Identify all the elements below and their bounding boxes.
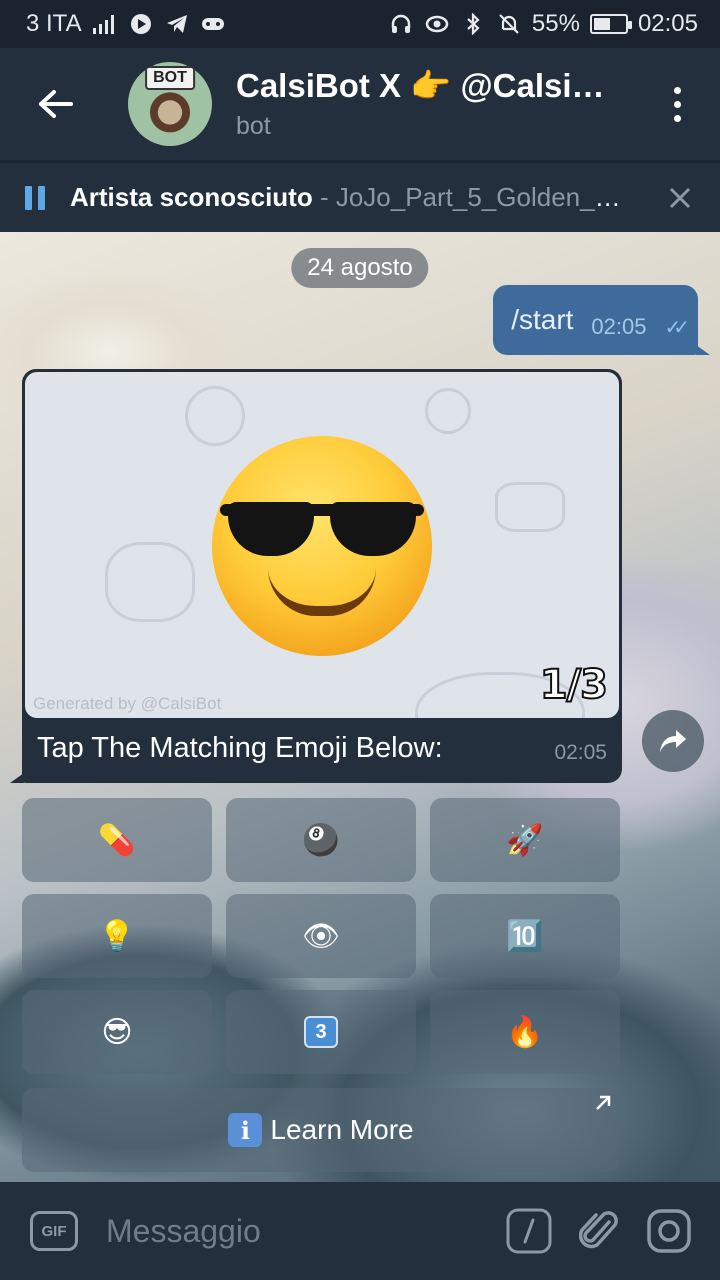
learn-more-label: Learn More xyxy=(270,1114,414,1145)
pause-button[interactable] xyxy=(0,163,70,233)
message-input-bar: GIF Messaggio xyxy=(0,1182,720,1280)
keyboard-button-pill[interactable]: 💊 xyxy=(22,798,212,882)
smiling-face-sunglasses-icon xyxy=(212,436,432,656)
lightbulb-icon: 💡 xyxy=(98,919,136,953)
bubble-tail xyxy=(10,773,24,783)
avatar-bot-label: BOT xyxy=(145,66,195,90)
chat-area[interactable]: 24 agosto /start 02:05 ✓✓ Generated by @… xyxy=(0,232,720,1182)
message-image[interactable]: Generated by @CalsiBot 1/3 xyxy=(25,372,619,718)
chat-header: BOT CalsiBot X 👉 @CalsiBot bot xyxy=(0,48,720,160)
message-text: /start xyxy=(511,304,574,335)
outgoing-message[interactable]: /start 02:05 ✓✓ xyxy=(493,285,698,355)
gif-button[interactable]: GIF xyxy=(30,1211,78,1251)
bubble-tail xyxy=(696,345,710,355)
bot-commands-button[interactable] xyxy=(494,1196,564,1266)
chat-title: CalsiBot X 👉 @CalsiBot xyxy=(236,67,608,104)
keyboard-button-eye[interactable]: 👁 xyxy=(226,894,416,978)
headphones-icon xyxy=(388,11,414,37)
dot-icon xyxy=(673,86,681,94)
player-artist: Artista sconosciuto xyxy=(70,182,313,212)
keyboard-button-rocket[interactable]: 🚀 xyxy=(430,798,620,882)
doodle-spiral-icon xyxy=(425,388,471,434)
camera-button[interactable] xyxy=(634,1196,704,1266)
share-arrow-icon xyxy=(660,730,686,752)
info-icon: i xyxy=(228,1113,263,1147)
8ball-icon: 🎱 xyxy=(302,823,340,857)
paperclip-icon xyxy=(579,1211,618,1249)
camera-icon xyxy=(647,1209,691,1253)
keycap-three-icon: 3 xyxy=(304,1016,338,1048)
keyboard-button-sunglasses[interactable]: 😎 xyxy=(22,990,212,1074)
now-playing[interactable]: Artista sconosciuto - JoJo_Part_5_Golden… xyxy=(70,182,640,213)
learn-more-button[interactable]: i Learn More xyxy=(22,1088,620,1172)
message-input[interactable]: Messaggio xyxy=(106,1213,494,1250)
more-options-button[interactable] xyxy=(634,48,720,160)
keyboard-button-fire[interactable]: 🔥 xyxy=(430,990,620,1074)
player-separator: - xyxy=(312,182,336,212)
dot-icon xyxy=(673,100,681,108)
status-bar: 3 ITA 55% 02:05 xyxy=(0,0,720,48)
dot-icon xyxy=(673,114,681,122)
close-player-button[interactable] xyxy=(640,163,720,233)
message-time: 02:05 xyxy=(554,741,607,764)
sunglasses-right-lens xyxy=(330,502,416,556)
mute-icon xyxy=(496,11,522,37)
music-player-bar[interactable]: Artista sconosciuto - JoJo_Part_5_Golden… xyxy=(0,162,720,232)
bluetooth-icon xyxy=(460,11,486,37)
arrow-back-icon xyxy=(39,90,73,118)
share-button[interactable] xyxy=(642,710,704,772)
close-icon xyxy=(669,187,691,208)
smile-mouth xyxy=(268,568,376,616)
external-link-icon xyxy=(594,1092,612,1118)
signal-icon xyxy=(92,11,118,37)
chat-subtitle: bot xyxy=(236,112,271,140)
eye-icon: 👁 xyxy=(301,919,341,953)
message-caption: Tap The Matching Emoji Below: xyxy=(37,732,443,764)
pause-icon xyxy=(25,185,32,210)
doodle-yarn-icon xyxy=(185,386,245,446)
chat-title-area[interactable]: CalsiBot X 👉 @CalsiBot bot xyxy=(236,67,634,141)
player-track: JoJo_Part_5_Golden_Wind xyxy=(335,182,640,212)
keyboard-button-8ball[interactable]: 🎱 xyxy=(226,798,416,882)
message-time: 02:05 xyxy=(591,314,647,339)
carrier-label: 3 ITA xyxy=(26,10,82,37)
keycap-ten-icon: 🔟 xyxy=(506,919,544,953)
doodle-cat-icon xyxy=(105,542,195,622)
battery-icon xyxy=(589,14,632,34)
image-watermark: Generated by @CalsiBot xyxy=(33,694,222,713)
rocket-icon: 🚀 xyxy=(506,823,544,857)
pill-icon: 💊 xyxy=(98,823,136,857)
sunglasses-left-lens xyxy=(228,502,314,556)
eye-icon xyxy=(424,11,450,37)
avatar[interactable]: BOT xyxy=(128,62,212,146)
image-counter: 1/3 xyxy=(539,661,609,709)
battery-percent: 55% xyxy=(531,10,580,37)
fire-icon: 🔥 xyxy=(506,1015,544,1049)
keyboard-button-ten[interactable]: 🔟 xyxy=(430,894,620,978)
keyboard-button-lightbulb[interactable]: 💡 xyxy=(22,894,212,978)
read-ticks-icon: ✓✓ xyxy=(664,316,689,339)
incoming-message[interactable]: Generated by @CalsiBot 1/3 Tap The Match… xyxy=(22,369,622,783)
telegram-icon xyxy=(164,11,190,37)
attach-button[interactable] xyxy=(564,1196,634,1266)
date-separator: 24 agosto xyxy=(291,248,429,288)
doodle-leaf-icon xyxy=(495,482,565,532)
sunglasses-face-icon: 😎 xyxy=(101,1015,133,1049)
battery-level-fill xyxy=(593,18,611,30)
play-store-icon xyxy=(128,11,154,37)
pause-icon-bar xyxy=(38,185,45,210)
clock: 02:05 xyxy=(637,10,698,37)
slash-command-icon xyxy=(506,1208,552,1254)
back-button[interactable] xyxy=(0,48,112,160)
keyboard-button-three[interactable]: 3 xyxy=(226,990,416,1074)
game-icon xyxy=(200,11,226,37)
